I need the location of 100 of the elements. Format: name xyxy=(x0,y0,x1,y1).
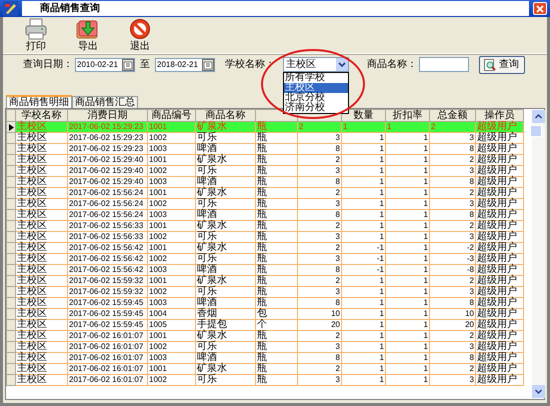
table-cell: 主校区 xyxy=(16,198,68,210)
table-cell: 主校区 xyxy=(16,330,68,342)
calendar-icon[interactable] xyxy=(122,58,134,70)
table-cell: 主校区 xyxy=(16,144,68,154)
table-cell: 1001 xyxy=(148,220,196,232)
table-cell: 3 xyxy=(430,132,476,144)
calendar-icon[interactable] xyxy=(202,58,214,70)
date-field[interactable]: 2010-02-21 xyxy=(75,58,135,72)
chevron-up-icon xyxy=(535,114,542,119)
table-cell: 2017-06-02 16:01:07 xyxy=(68,330,148,342)
table-cell: 主校区 xyxy=(16,264,68,276)
table-cell: 瓶 xyxy=(256,122,298,132)
column-header[interactable]: 商品编号 xyxy=(148,110,196,122)
table-cell: 啤酒 xyxy=(196,210,256,220)
table-cell: 香烟 xyxy=(196,308,256,320)
table-cell: 可乐 xyxy=(196,132,256,144)
school-dropdown[interactable]: 主校区 xyxy=(283,57,349,72)
table-cell: 1 xyxy=(342,320,386,330)
table-cell: 超级用户 xyxy=(476,220,524,232)
scrollbar[interactable] xyxy=(532,110,545,398)
table-cell: 8 xyxy=(430,352,476,364)
print-button[interactable]: 打印 xyxy=(21,18,51,52)
table-cell: 2017-06-02 15:56:24 xyxy=(68,198,148,210)
scroll-thumb[interactable] xyxy=(530,125,542,137)
table-cell: 20 xyxy=(298,320,342,330)
table-cell: 2017-06-02 15:59:45 xyxy=(68,308,148,320)
prohibited-icon xyxy=(128,18,152,40)
table-cell: 瓶 xyxy=(256,188,298,198)
table-cell: 1 xyxy=(342,232,386,242)
exit-button[interactable]: 退出 xyxy=(125,18,155,52)
table-cell: 8 xyxy=(298,264,342,276)
table-cell: 2017-06-02 16:01:07 xyxy=(68,364,148,374)
column-header[interactable]: 操作员 xyxy=(476,110,524,122)
column-header[interactable]: 学校名称 xyxy=(16,110,68,122)
close-button[interactable] xyxy=(533,2,547,15)
table-cell: 2017-06-02 15:56:42 xyxy=(68,242,148,254)
column-header[interactable]: 数量 xyxy=(342,110,386,122)
table-cell: 主校区 xyxy=(16,254,68,264)
table-cell: 2 xyxy=(430,330,476,342)
table-cell: 1 xyxy=(386,198,430,210)
table-cell: 2017-06-02 15:56:33 xyxy=(68,232,148,242)
table-cell: 超级用户 xyxy=(476,276,524,286)
table-cell: 矿泉水 xyxy=(196,154,256,166)
table-cell: 1 xyxy=(342,198,386,210)
column-header[interactable]: 总金额 xyxy=(430,110,476,122)
table-cell: 2017-06-02 15:29:40 xyxy=(68,166,148,176)
scroll-up-button[interactable] xyxy=(532,110,545,123)
table-cell: 8 xyxy=(298,144,342,154)
table-cell: 1 xyxy=(386,308,430,320)
folder-arrow-icon xyxy=(76,18,100,40)
table-cell: 手提包 xyxy=(196,320,256,330)
table-cell: 瓶 xyxy=(256,198,298,210)
table-cell: 2017-06-02 15:56:33 xyxy=(68,220,148,232)
column-header[interactable]: 折扣率 xyxy=(386,110,430,122)
table-cell: 超级用户 xyxy=(476,254,524,264)
table-cell: 1002 xyxy=(148,132,196,144)
table-cell: 2017-06-02 15:56:42 xyxy=(68,264,148,276)
table-cell: 2017-06-02 15:59:45 xyxy=(68,320,148,330)
table-cell: -8 xyxy=(430,264,476,276)
dropdown-option[interactable]: 北京分校 xyxy=(284,93,348,103)
table-cell: 瓶 xyxy=(256,298,298,308)
table-cell: 1001 xyxy=(148,330,196,342)
table-cell: 1 xyxy=(386,254,430,264)
table-cell: 主校区 xyxy=(16,166,68,176)
table-cell: 瓶 xyxy=(256,330,298,342)
table-cell: 可乐 xyxy=(196,198,256,210)
range-separator: 至 xyxy=(140,58,150,70)
product-name-field[interactable] xyxy=(419,57,469,72)
query-button[interactable]: 查询 xyxy=(479,56,525,74)
column-header[interactable]: 商品名称 xyxy=(196,110,256,122)
table-cell: 1 xyxy=(386,232,430,242)
table-cell: 3 xyxy=(430,232,476,242)
table-cell: 1 xyxy=(342,188,386,198)
table-cell: 2 xyxy=(430,364,476,374)
table-cell: 3 xyxy=(298,232,342,242)
table-cell: 啤酒 xyxy=(196,352,256,364)
export-button[interactable]: 导出 xyxy=(73,18,103,52)
table-cell: 1001 xyxy=(148,364,196,374)
tab[interactable]: 商品销售明细 xyxy=(6,95,72,108)
table-cell: 1002 xyxy=(148,374,196,386)
scroll-down-button[interactable] xyxy=(532,385,545,398)
date-field[interactable]: 2018-02-21 xyxy=(155,58,215,72)
table-cell: 超级用户 xyxy=(476,188,524,198)
table-cell: 超级用户 xyxy=(476,352,524,364)
table-cell: 2 xyxy=(298,242,342,254)
column-header[interactable]: 消费日期 xyxy=(68,110,148,122)
table-cell: 1 xyxy=(386,188,430,198)
table-cell: 超级用户 xyxy=(476,364,524,374)
table-cell: 主校区 xyxy=(16,308,68,320)
tab[interactable]: 商品销售汇总 xyxy=(72,96,138,108)
table-cell: 主校区 xyxy=(16,242,68,254)
table-cell: 3 xyxy=(298,198,342,210)
table-cell: 1 xyxy=(342,342,386,352)
table-cell: 瓶 xyxy=(256,374,298,386)
table-cell: 2 xyxy=(430,188,476,198)
table-cell: 2 xyxy=(298,154,342,166)
table-cell: 可乐 xyxy=(196,166,256,176)
table-cell: 超级用户 xyxy=(476,320,524,330)
table-cell: 2017-06-02 15:56:42 xyxy=(68,254,148,264)
table-cell: 8 xyxy=(430,144,476,154)
